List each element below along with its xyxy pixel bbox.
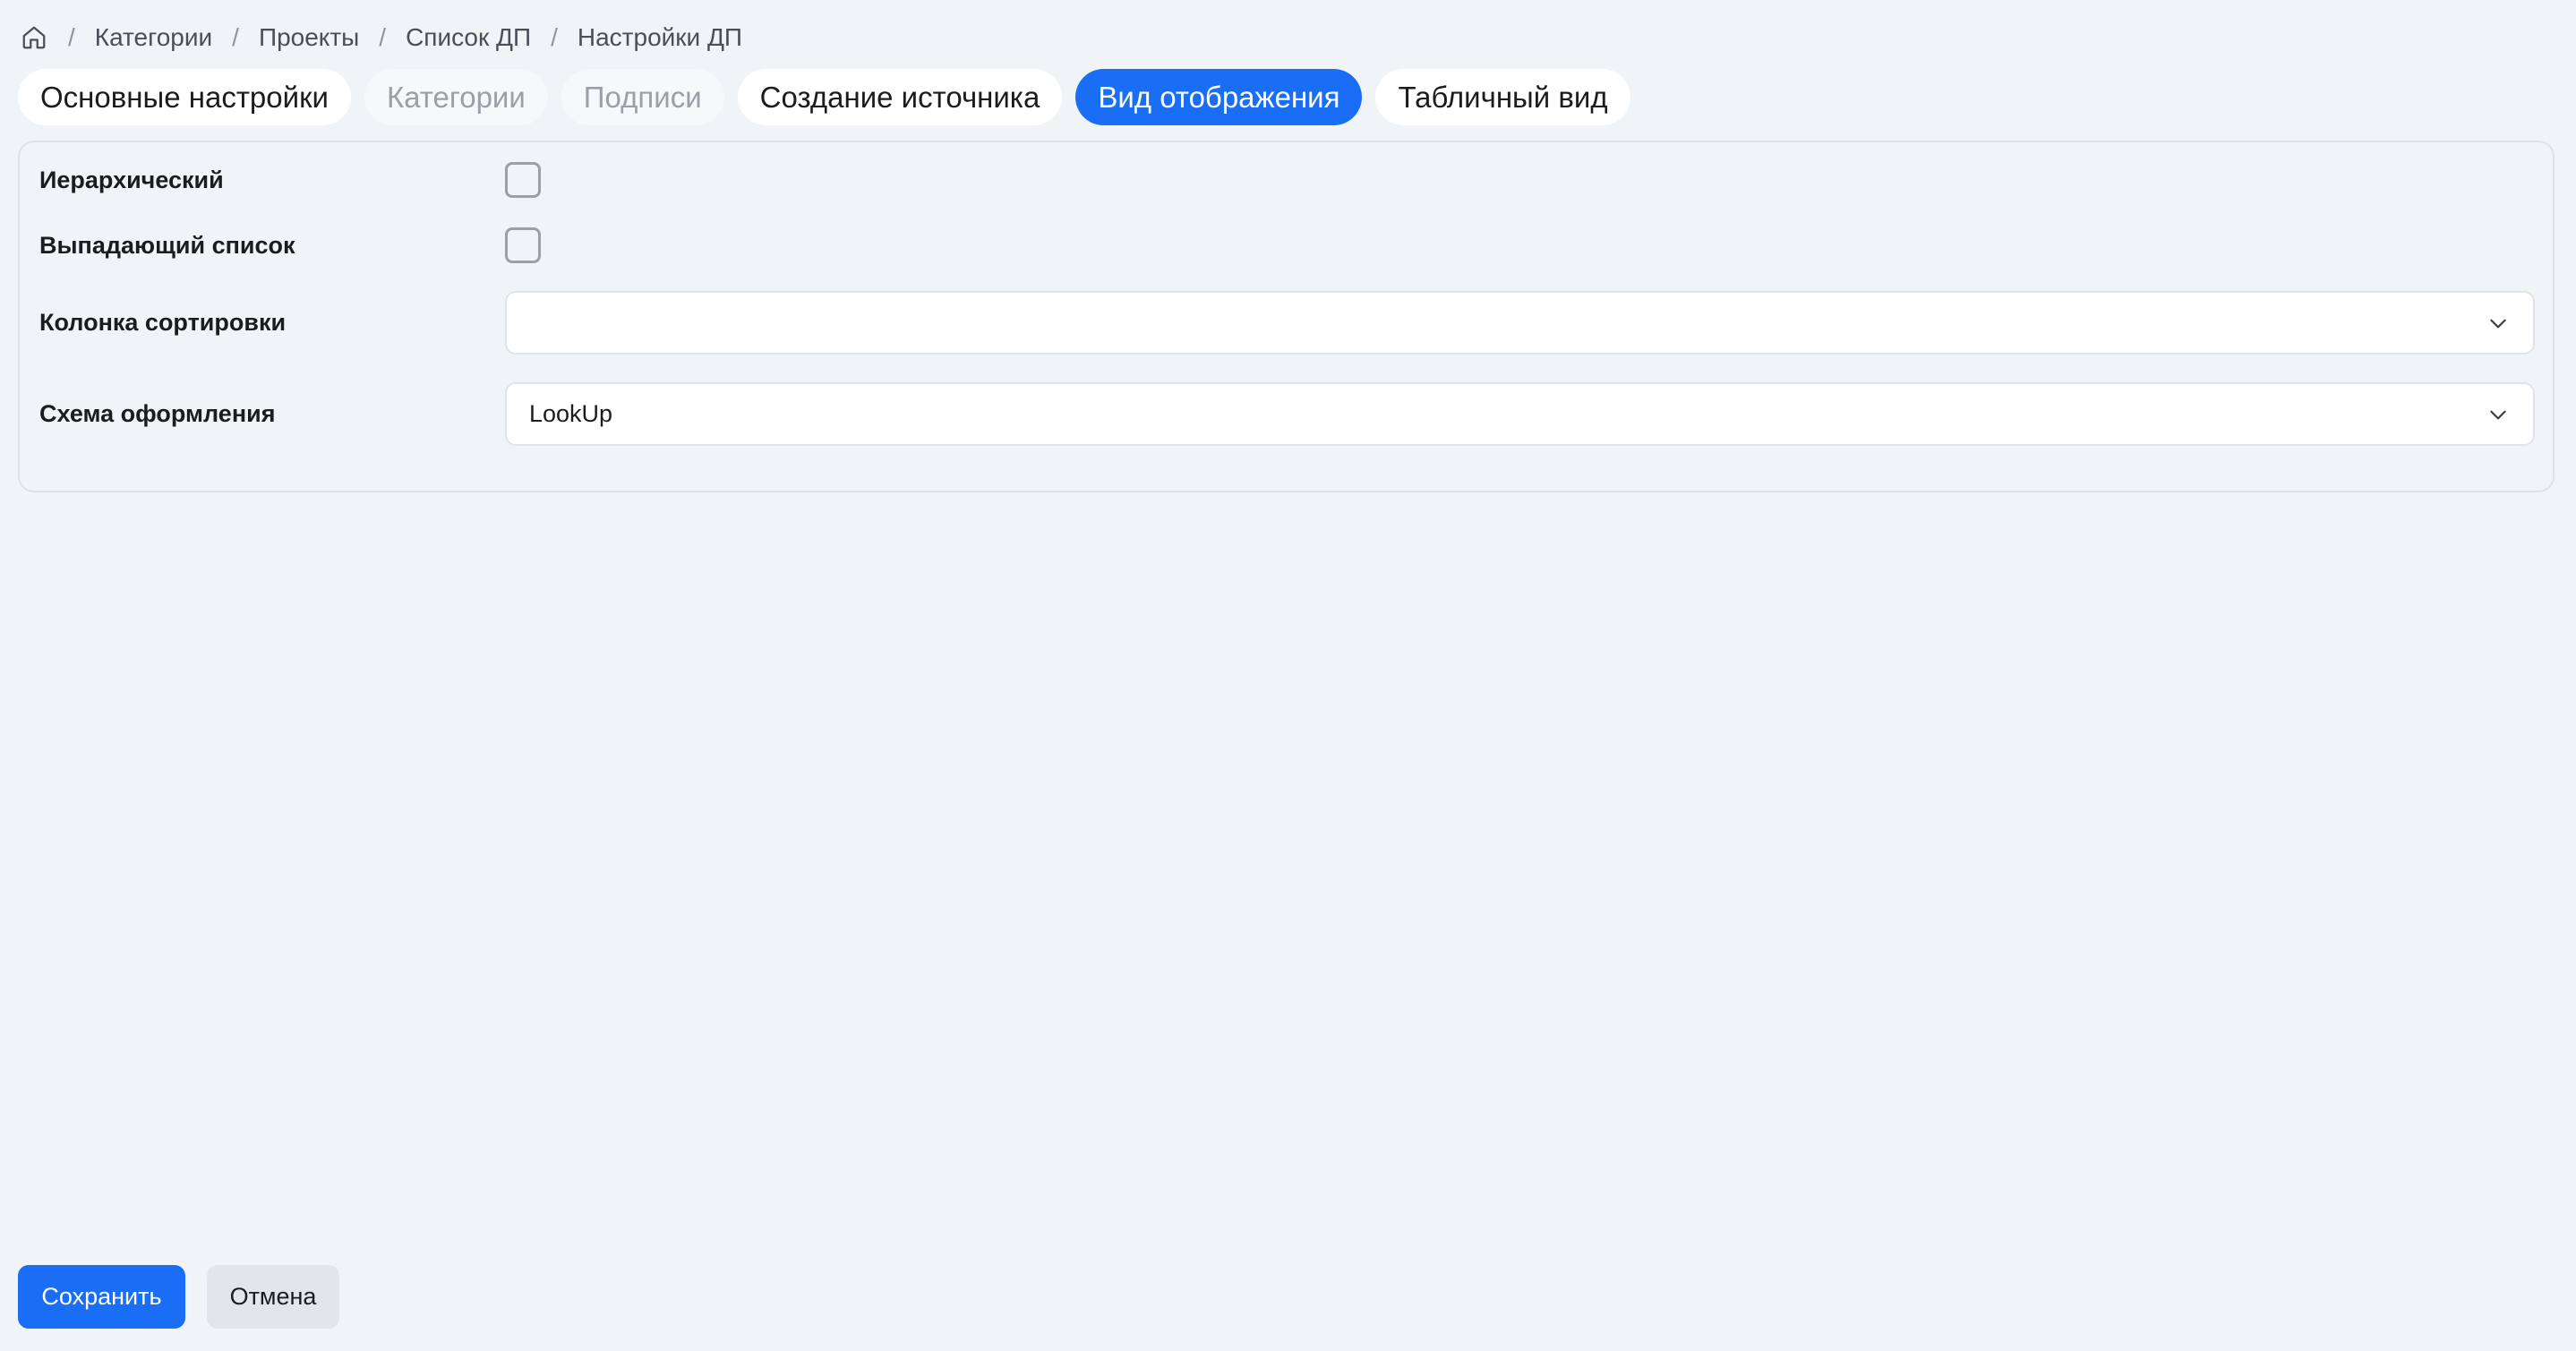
breadcrumb-item-dp-settings[interactable]: Настройки ДП bbox=[578, 23, 742, 52]
sort-column-row: Колонка сортировки bbox=[39, 291, 2535, 355]
breadcrumb-separator: / bbox=[551, 23, 558, 51]
sort-column-label: Колонка сортировки bbox=[39, 309, 287, 336]
save-button[interactable]: Сохранить bbox=[18, 1265, 185, 1329]
tab-table-view[interactable]: Табличный вид bbox=[1375, 69, 1630, 125]
hierarchical-checkbox[interactable] bbox=[505, 162, 541, 198]
breadcrumb-item-projects[interactable]: Проекты bbox=[259, 23, 359, 52]
design-scheme-row: Схема оформления LookUp bbox=[39, 382, 2535, 446]
hierarchical-row: Иерархический bbox=[39, 160, 2535, 200]
sort-column-select[interactable] bbox=[505, 291, 2535, 355]
settings-page: / Категории / Проекты / Список ДП / Наст… bbox=[0, 0, 2576, 1351]
breadcrumb-item-dp-list[interactable]: Список ДП bbox=[406, 23, 531, 52]
design-scheme-value: LookUp bbox=[529, 400, 613, 427]
dropdown-list-row: Выпадающий список bbox=[39, 226, 2535, 265]
cancel-button[interactable]: Отмена bbox=[207, 1265, 339, 1329]
design-scheme-label: Схема оформления bbox=[39, 400, 276, 427]
dropdown-list-checkbox[interactable] bbox=[505, 227, 541, 263]
tab-categories[interactable]: Категории bbox=[364, 69, 548, 125]
chevron-down-icon bbox=[2486, 311, 2511, 336]
dropdown-list-label: Выпадающий список bbox=[39, 231, 295, 259]
tab-signatures[interactable]: Подписи bbox=[561, 69, 724, 125]
tab-display-view[interactable]: Вид отображения bbox=[1075, 69, 1363, 125]
breadcrumb-separator: / bbox=[232, 23, 239, 51]
breadcrumb-separator: / bbox=[379, 23, 387, 51]
hierarchical-label: Иерархический bbox=[39, 166, 224, 193]
breadcrumb: / Категории / Проекты / Список ДП / Наст… bbox=[20, 21, 742, 54]
chevron-down-icon bbox=[2486, 402, 2511, 427]
tab-general-settings[interactable]: Основные настройки bbox=[18, 69, 351, 125]
home-icon[interactable] bbox=[20, 23, 48, 52]
display-view-panel: Иерархический Выпадающий список Колонка … bbox=[18, 141, 2555, 492]
design-scheme-select[interactable]: LookUp bbox=[505, 382, 2535, 446]
breadcrumb-item-categories[interactable]: Категории bbox=[95, 23, 212, 52]
breadcrumb-separator: / bbox=[68, 23, 75, 51]
settings-tabs: Основные настройки Категории Подписи Соз… bbox=[18, 69, 1644, 125]
tab-source-creation[interactable]: Создание источника bbox=[737, 69, 1063, 125]
